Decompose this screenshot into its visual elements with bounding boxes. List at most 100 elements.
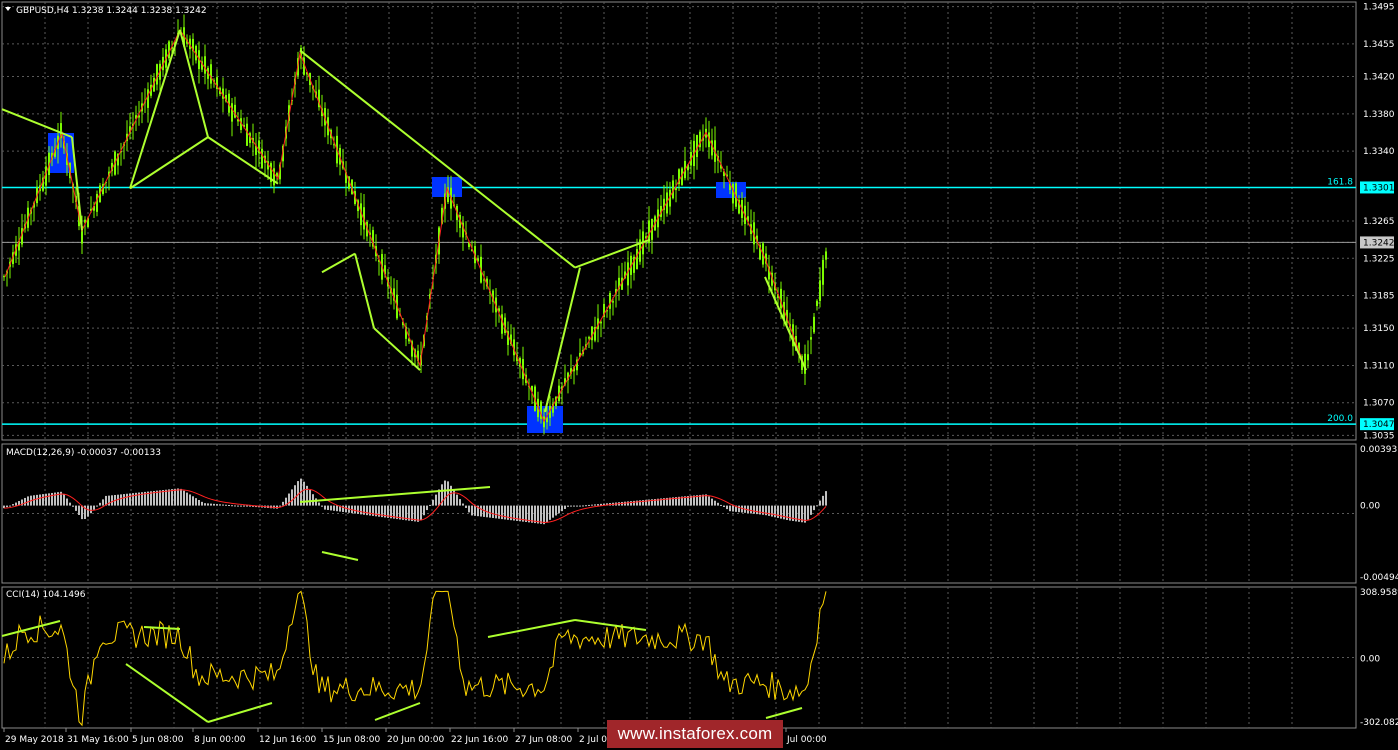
macd-pane [3, 478, 827, 561]
candle-body [231, 103, 233, 122]
price-tick-label: 1.3070 [1363, 399, 1395, 409]
macd-bar [324, 505, 326, 510]
trend-line [373, 327, 421, 371]
macd-bar [183, 490, 185, 506]
time-tick-label: 22 Jun 16:00 [451, 735, 508, 745]
time-tick-label: 12 Jun 16:00 [259, 735, 316, 745]
time-tick-label: 8 Jun 00:00 [194, 735, 246, 745]
macd-bar [558, 505, 560, 514]
macd-bar [540, 505, 542, 524]
macd-bar [534, 505, 536, 524]
macd-bar [813, 505, 815, 511]
macd-bar [588, 504, 590, 506]
macd-bar [567, 505, 569, 507]
candle-body [732, 183, 734, 204]
macd-bar [198, 499, 200, 506]
macd-bar [468, 505, 470, 513]
macd-bar [282, 501, 284, 506]
macd-bar [42, 494, 44, 506]
macd-bar [291, 489, 293, 506]
macd-bar [759, 505, 761, 515]
candle-body [816, 300, 818, 307]
macd-bar [426, 505, 428, 511]
macd-bar [69, 502, 71, 506]
candle-body [822, 259, 824, 285]
macd-bar [354, 505, 356, 514]
macd-bar [162, 490, 164, 506]
macd-bar [327, 505, 329, 511]
trend-line [321, 252, 356, 274]
cci-divergence-line [574, 619, 647, 631]
macd-bar [27, 496, 29, 506]
macd-bar [762, 505, 764, 515]
price-tick-label: 1.3047 [1363, 420, 1395, 430]
cci-header: CCI(14) 104.1496 [6, 590, 86, 600]
macd-bar [543, 505, 545, 525]
macd-bar [444, 480, 446, 506]
macd-bar [585, 505, 587, 507]
macd-bar [165, 489, 167, 506]
macd-bar [210, 503, 212, 506]
macd-bar [807, 505, 809, 520]
macd-bar [177, 488, 179, 506]
macd-bar [423, 505, 425, 516]
grid-lines [1, 1, 1357, 729]
trend-line [574, 238, 651, 269]
macd-bar [120, 494, 122, 506]
macd-bar [93, 505, 95, 510]
candle-body [156, 64, 158, 85]
macd-tick-label: 0.00 [1360, 502, 1380, 512]
pane-headers: GBPUSD,H4 1.3238 1.3244 1.3238 1.3242 MA… [5, 6, 207, 600]
macd-bar [336, 505, 338, 512]
time-tick-label: Jul 00:00 [786, 735, 827, 745]
macd-bar [159, 490, 161, 506]
macd-bar [750, 505, 752, 514]
macd-bar [471, 505, 473, 516]
macd-bar [318, 502, 320, 506]
price-tick-label: 1.3495 [1363, 3, 1395, 13]
macd-bar [732, 505, 734, 512]
macd-bar [474, 505, 476, 516]
symbol-header: GBPUSD,H4 1.3238 1.3244 1.3238 1.3242 [16, 6, 207, 16]
macd-bar [309, 490, 311, 506]
macd-bar [816, 505, 818, 507]
candle-body [204, 56, 206, 74]
cci-divergence-line [487, 619, 576, 638]
macd-bar [465, 505, 467, 508]
macd-bar [9, 505, 11, 507]
cci-divergence-line [374, 702, 421, 721]
cci-divergence-line [765, 707, 803, 719]
level-label: 161.8 [1327, 177, 1353, 187]
macd-bar [171, 489, 173, 506]
candle-body [825, 251, 827, 260]
macd-bar [129, 493, 131, 506]
macd-bar [726, 505, 728, 510]
watermark-banner[interactable]: www.instaforex.com [607, 720, 783, 748]
candle-body [810, 337, 812, 340]
macd-bar [459, 499, 461, 506]
price-tick-label: 1.3035 [1363, 431, 1395, 441]
candle-body [591, 326, 593, 341]
macd-bar [231, 505, 233, 507]
macd-bar [432, 499, 434, 506]
macd-bar [225, 504, 227, 506]
macd-bar [279, 505, 281, 507]
macd-bar [132, 493, 134, 506]
macd-bar [369, 505, 371, 516]
macd-bar [123, 494, 125, 506]
cci-pane [1, 590, 827, 727]
macd-bar [633, 500, 635, 506]
macd-bar [6, 505, 8, 508]
candle-body [147, 89, 149, 108]
macd-bar [90, 505, 92, 514]
macd-bar [429, 504, 431, 506]
macd-bar [780, 505, 782, 519]
macd-bar [222, 504, 224, 506]
macd-bar [825, 491, 827, 506]
collapse-triangle-icon[interactable] [5, 7, 11, 11]
macd-bar [186, 492, 188, 506]
zigzag-polyline [4, 28, 807, 423]
macd-bar [774, 505, 776, 518]
macd-bar [528, 505, 530, 523]
macd-bar [630, 501, 632, 506]
